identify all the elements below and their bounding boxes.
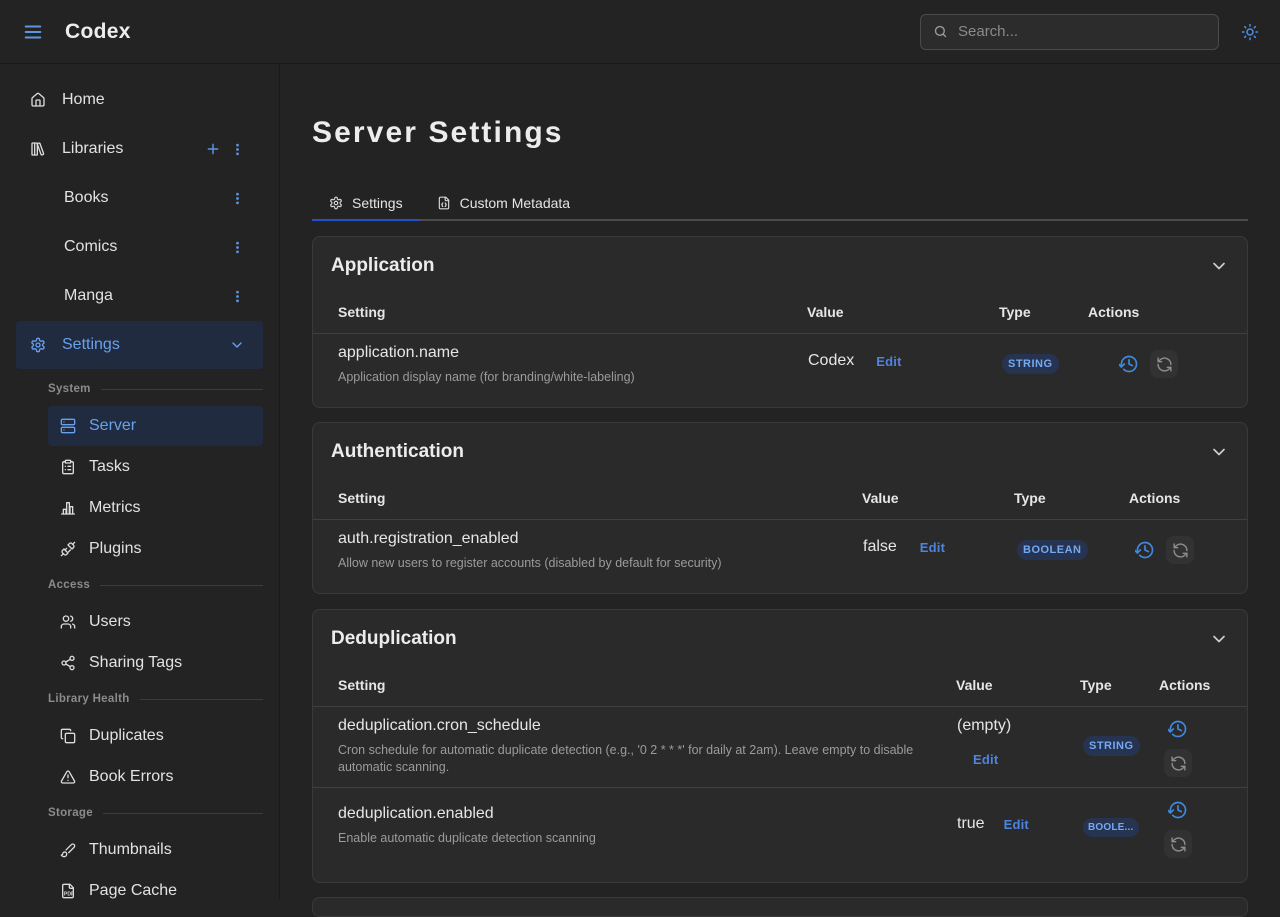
svg-text:PDF: PDF bbox=[64, 892, 74, 898]
